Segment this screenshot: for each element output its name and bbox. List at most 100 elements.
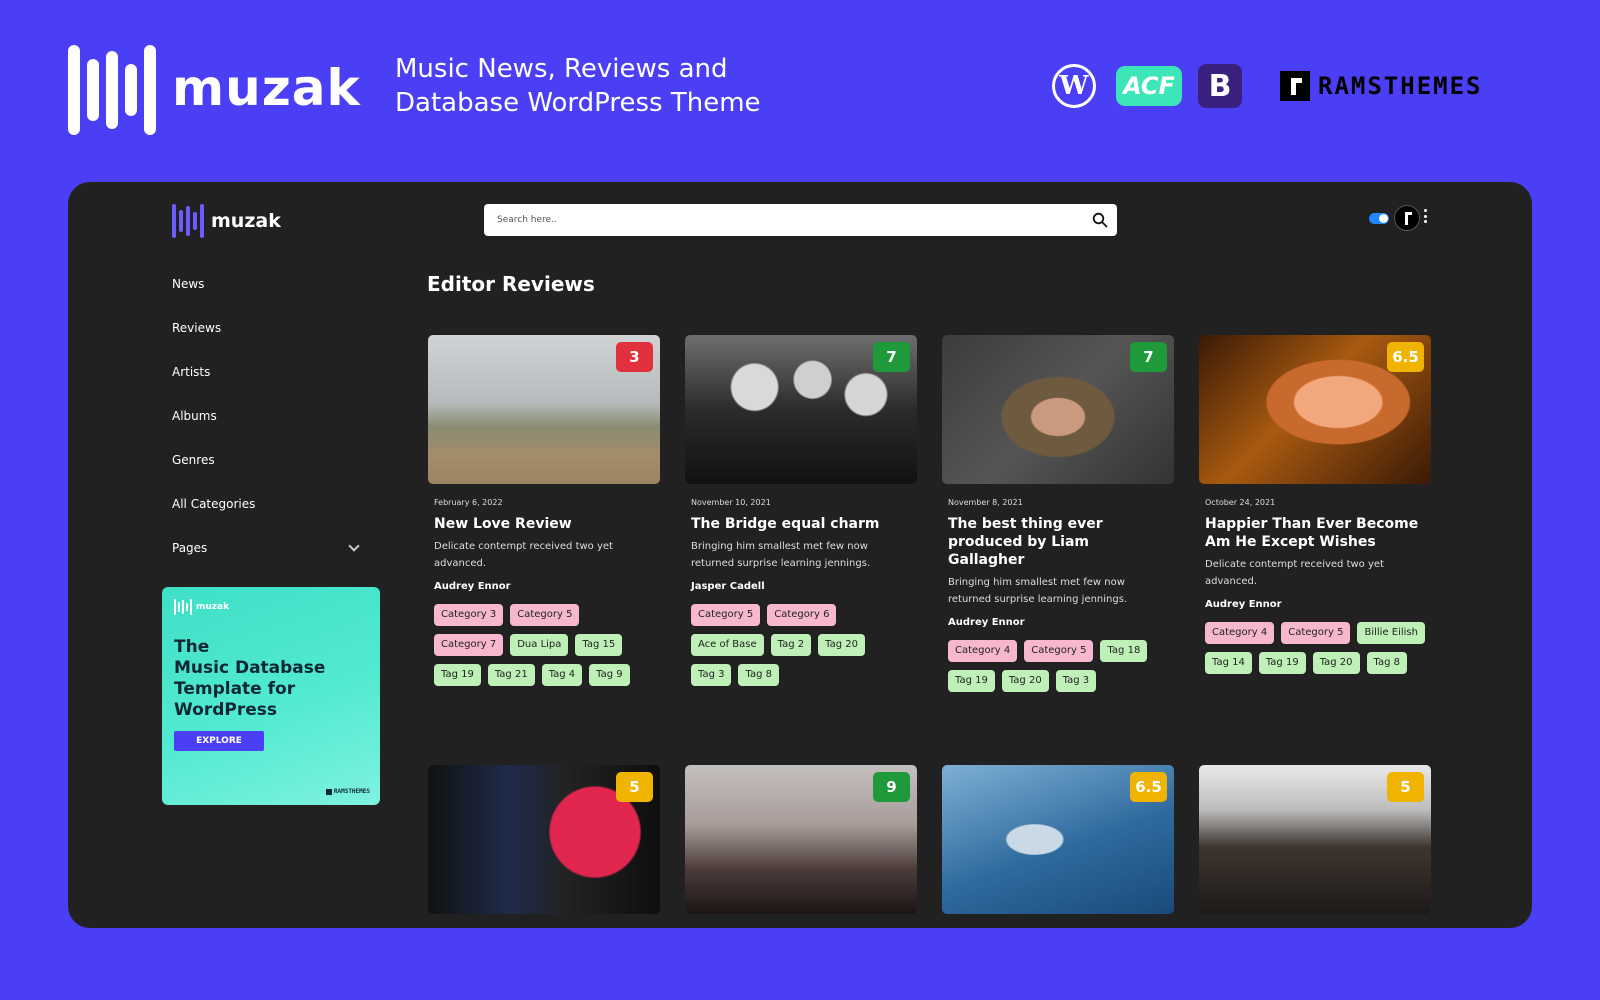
sidebar-nav: News Reviews Artists Albums Genres All C…: [172, 262, 362, 570]
category-chip[interactable]: Category 6: [767, 604, 837, 626]
app-logo[interactable]: muzak: [172, 204, 281, 238]
review-row: 3 February 6, 2022 New Love Review Delic…: [428, 335, 1431, 692]
category-chip[interactable]: Category 5: [1024, 640, 1094, 662]
acf-logo: ACF: [1116, 66, 1182, 106]
review-thumbnail[interactable]: 3: [428, 335, 660, 484]
review-author[interactable]: Audrey Ennor: [434, 581, 654, 592]
review-card[interactable]: 5: [428, 765, 660, 914]
category-chip[interactable]: Category 4: [948, 640, 1018, 662]
sidebar-item-albums[interactable]: Albums: [172, 394, 362, 438]
sidebar-item-genres[interactable]: Genres: [172, 438, 362, 482]
review-excerpt: Bringing him smallest met few now return…: [948, 577, 1128, 605]
review-title[interactable]: The best thing ever produced by Liam Gal…: [948, 515, 1168, 569]
score-badge: 6.5: [1130, 772, 1167, 802]
sidebar-item-news[interactable]: News: [172, 262, 362, 306]
review-card[interactable]: 6.5: [942, 765, 1174, 914]
more-menu-icon[interactable]: [1424, 209, 1428, 223]
banner-footer-text: RAMSTHEMES: [333, 788, 370, 795]
tagline-line-2: Database WordPress Theme: [395, 88, 761, 118]
category-chip[interactable]: Category 5: [510, 604, 580, 626]
tag-chip[interactable]: Tag 9: [589, 664, 630, 686]
category-chip[interactable]: Category 4: [1205, 622, 1275, 644]
page-title: Editor Reviews: [427, 272, 595, 296]
category-chip[interactable]: Category 5: [1281, 622, 1351, 644]
banner-headline: The Music Database Template for WordPres…: [174, 637, 354, 721]
sidebar-item-reviews[interactable]: Reviews: [172, 306, 362, 350]
review-author[interactable]: Jasper Cadell: [691, 581, 911, 592]
score-badge: 7: [1130, 342, 1167, 372]
theme-toggle[interactable]: [1369, 213, 1389, 224]
tag-chip[interactable]: Tag 15: [575, 634, 623, 656]
chip-list: Category 4 Category 5 Tag 18 Tag 19 Tag 20 Ta…: [948, 640, 1168, 692]
explore-button[interactable]: EXPLORE: [174, 731, 264, 751]
review-card[interactable]: 5: [1199, 765, 1431, 914]
promo-banner[interactable]: muzak The Music Database Template for Wo…: [162, 587, 380, 805]
review-excerpt: Delicate contempt received two yet advan…: [434, 541, 613, 569]
tag-chip[interactable]: Dua Lipa: [510, 634, 569, 656]
tag-chip[interactable]: Tag 14: [1205, 652, 1252, 674]
promo-brand: muzak: [172, 59, 361, 117]
banner-brand: muzak: [196, 602, 230, 612]
review-card[interactable]: 3 February 6, 2022 New Love Review Delic…: [428, 335, 660, 692]
category-chip[interactable]: Category 7: [434, 634, 504, 656]
avatar[interactable]: [1394, 205, 1420, 231]
tag-chip[interactable]: Tag 19: [434, 664, 481, 686]
review-card[interactable]: 9: [685, 765, 917, 914]
tag-chip[interactable]: Tag 20: [1001, 670, 1049, 692]
tag-chip[interactable]: Tag 8: [738, 664, 779, 686]
tag-chip[interactable]: Tag 2: [770, 634, 812, 656]
banner-headline-line: WordPress: [174, 700, 277, 720]
tag-chip[interactable]: Tag 8: [1366, 652, 1408, 674]
ramthemes-logo: RAMSTHEMES: [1280, 71, 1483, 101]
partner-logos: W ACF B RAMSTHEMES: [1052, 64, 1483, 108]
review-thumbnail[interactable]: 6.5: [1199, 335, 1431, 484]
review-card[interactable]: 7 November 8, 2021 The best thing ever p…: [942, 335, 1174, 692]
sidebar-item-label: Albums: [172, 409, 217, 423]
sidebar-item-pages[interactable]: Pages: [172, 526, 362, 570]
review-thumbnail[interactable]: 5: [1199, 765, 1431, 914]
category-chip[interactable]: Category 5: [691, 604, 761, 626]
review-title[interactable]: New Love Review: [434, 515, 654, 533]
tag-chip[interactable]: Tag 19: [948, 670, 995, 692]
review-author[interactable]: Audrey Ennor: [948, 617, 1168, 628]
review-title[interactable]: The Bridge equal charm: [691, 515, 911, 533]
review-author[interactable]: Audrey Ennor: [1205, 599, 1425, 610]
review-row: 5 9 6.5 5: [428, 765, 1431, 914]
chevron-down-icon[interactable]: [348, 540, 360, 552]
sidebar-item-all-categories[interactable]: All Categories: [172, 482, 362, 526]
tag-chip[interactable]: Billie Eilish: [1357, 622, 1425, 644]
tag-chip[interactable]: Tag 20: [818, 634, 865, 656]
review-card[interactable]: 7 November 10, 2021 The Bridge equal cha…: [685, 335, 917, 692]
review-thumbnail[interactable]: 9: [685, 765, 917, 914]
review-card[interactable]: 6.5 October 24, 2021 Happier Than Ever B…: [1199, 335, 1431, 692]
search-bar: [484, 204, 1117, 236]
ramthemes-mark-icon: [325, 788, 332, 795]
score-badge: 7: [873, 342, 910, 372]
review-thumbnail[interactable]: 5: [428, 765, 660, 914]
search-input[interactable]: [484, 204, 1064, 236]
review-thumbnail[interactable]: 7: [685, 335, 917, 484]
ramthemes-text: RAMSTHEMES: [1318, 72, 1483, 100]
tag-chip[interactable]: Tag 19: [1258, 652, 1306, 674]
category-chip[interactable]: Category 3: [434, 604, 504, 626]
logo-bars-icon: [174, 599, 192, 615]
search-icon[interactable]: [1092, 212, 1108, 228]
app-brand: muzak: [211, 210, 281, 232]
tag-chip[interactable]: Tag 20: [1312, 652, 1360, 674]
logo-bars-icon: [172, 204, 204, 238]
score-badge: 6.5: [1387, 342, 1424, 372]
tag-chip[interactable]: Tag 3: [691, 664, 732, 686]
tag-chip[interactable]: Tag 21: [487, 664, 535, 686]
tagline-line-1: Music News, Reviews and: [395, 54, 728, 84]
review-thumbnail[interactable]: 6.5: [942, 765, 1174, 914]
promo-logo: muzak: [68, 45, 361, 135]
review-title[interactable]: Happier Than Ever Become Am He Except Wi…: [1205, 515, 1425, 551]
sidebar-item-label: Genres: [172, 453, 215, 467]
sidebar-item-artists[interactable]: Artists: [172, 350, 362, 394]
review-thumbnail[interactable]: 7: [942, 335, 1174, 484]
banner-footer-brand: RAMSTHEMES: [325, 788, 370, 795]
tag-chip[interactable]: Tag 3: [1055, 670, 1097, 692]
tag-chip[interactable]: Tag 4: [541, 664, 583, 686]
tag-chip[interactable]: Ace of Base: [691, 634, 764, 656]
tag-chip[interactable]: Tag 18: [1100, 640, 1148, 662]
